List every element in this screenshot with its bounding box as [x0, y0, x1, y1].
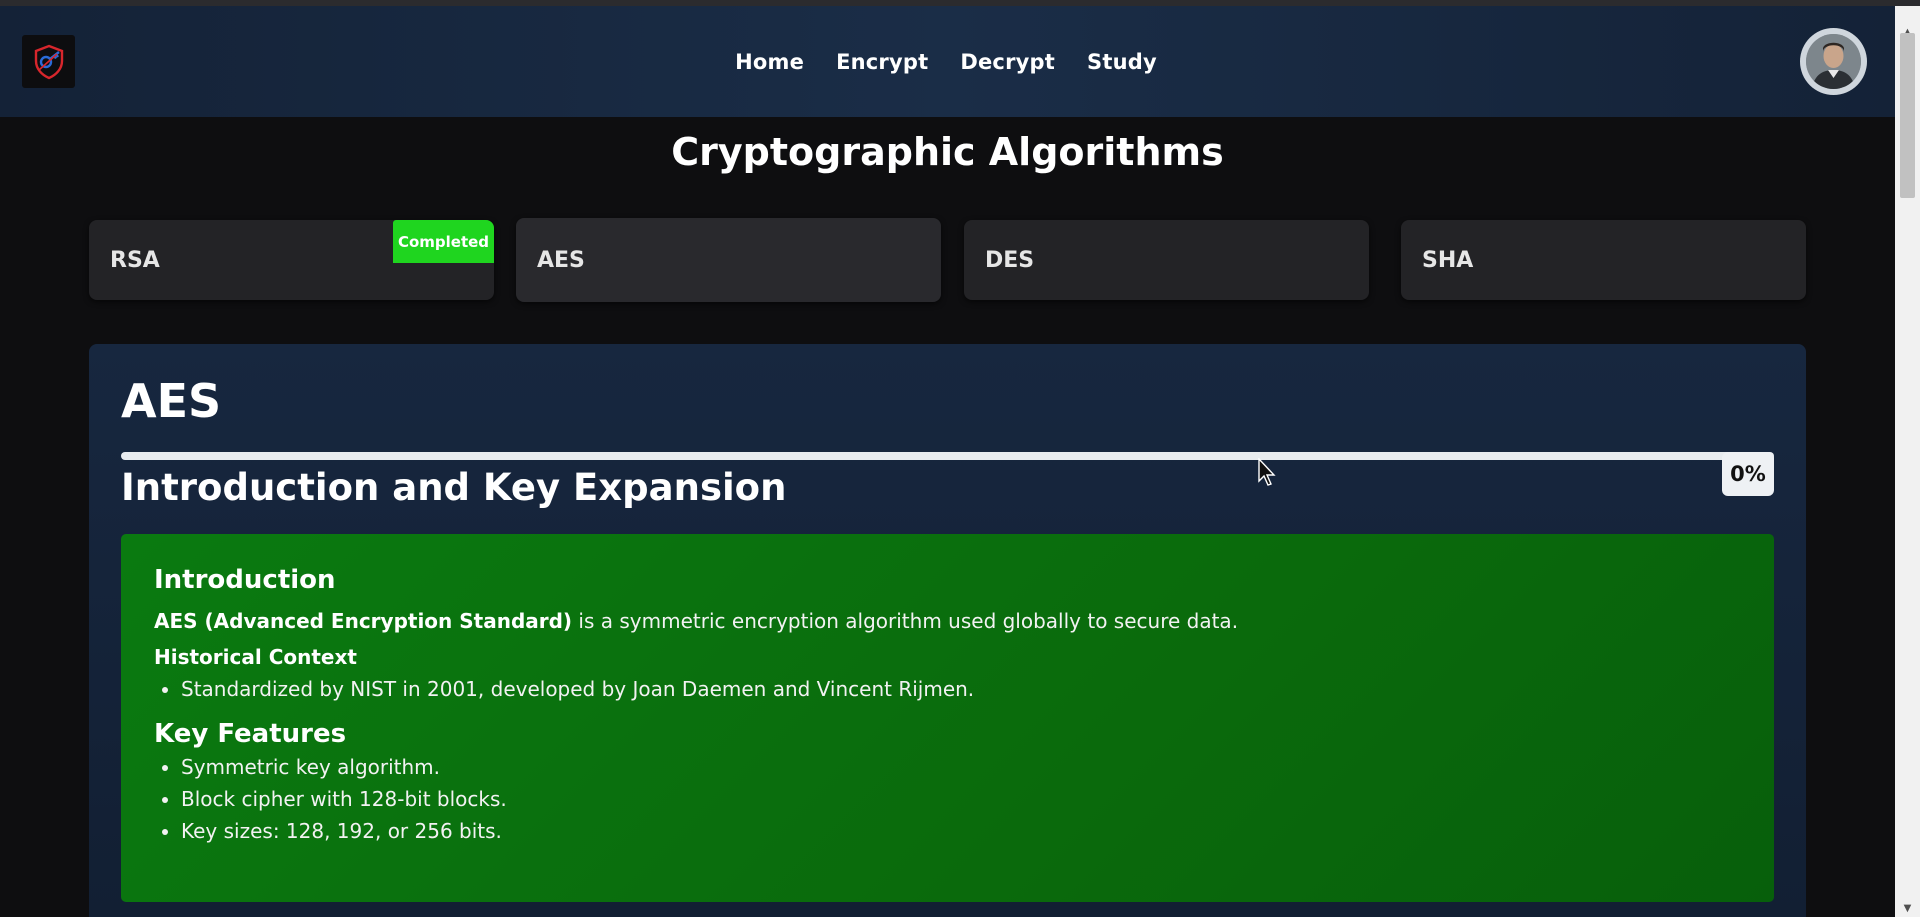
algo-card-label: AES: [537, 247, 585, 273]
nav-encrypt[interactable]: Encrypt: [836, 50, 928, 74]
intro-heading: Introduction: [154, 565, 336, 595]
algorithm-detail-panel: AES 0% Introduction and Key Expansion In…: [89, 344, 1806, 917]
completed-badge: Completed: [393, 220, 494, 263]
navbar: Home Encrypt Decrypt Study: [0, 6, 1895, 117]
nav-study[interactable]: Study: [1087, 50, 1157, 74]
intro-text: is a symmetric encryption algorithm used…: [572, 609, 1239, 633]
algo-card-rsa[interactable]: RSA Completed: [89, 220, 494, 300]
panel-title: AES: [121, 374, 222, 428]
avatar-image: [1806, 34, 1861, 89]
progress-percent: 0%: [1722, 452, 1774, 496]
lesson-content-box: Introduction AES (Advanced Encryption St…: [121, 534, 1774, 902]
section-title: Introduction and Key Expansion: [121, 466, 787, 509]
algo-card-sha[interactable]: SHA: [1401, 220, 1806, 300]
features-heading: Key Features: [154, 719, 347, 749]
history-list: Standardized by NIST in 2001, developed …: [154, 673, 1741, 705]
vertical-scrollbar[interactable]: ▲ ▼: [1895, 6, 1920, 917]
list-item: Key sizes: 128, 192, or 256 bits.: [181, 815, 1741, 847]
scroll-down-arrow-icon[interactable]: ▼: [1895, 900, 1920, 916]
scroll-thumb[interactable]: [1900, 33, 1915, 198]
algo-card-label: SHA: [1422, 247, 1474, 273]
features-list: Symmetric key algorithm. Block cipher wi…: [154, 751, 1741, 847]
nav-decrypt[interactable]: Decrypt: [960, 50, 1055, 74]
intro-paragraph: AES (Advanced Encryption Standard) is a …: [154, 609, 1741, 633]
mouse-pointer-icon: [1258, 458, 1276, 486]
nav-home[interactable]: Home: [735, 50, 804, 74]
list-item: Standardized by NIST in 2001, developed …: [181, 673, 1741, 705]
algo-card-aes[interactable]: AES: [516, 218, 941, 302]
avatar[interactable]: [1800, 28, 1867, 95]
algo-card-label: DES: [985, 247, 1035, 273]
list-item: Symmetric key algorithm.: [181, 751, 1741, 783]
progress-bar: [121, 452, 1774, 460]
nav-links: Home Encrypt Decrypt Study: [0, 6, 1895, 117]
algo-card-label: RSA: [110, 247, 160, 273]
list-item: Block cipher with 128-bit blocks.: [181, 783, 1741, 815]
algo-card-des[interactable]: DES: [964, 220, 1369, 300]
history-heading: Historical Context: [154, 645, 357, 669]
page-title: Cryptographic Algorithms: [671, 130, 1224, 174]
intro-bold-term: AES (Advanced Encryption Standard): [154, 609, 573, 633]
